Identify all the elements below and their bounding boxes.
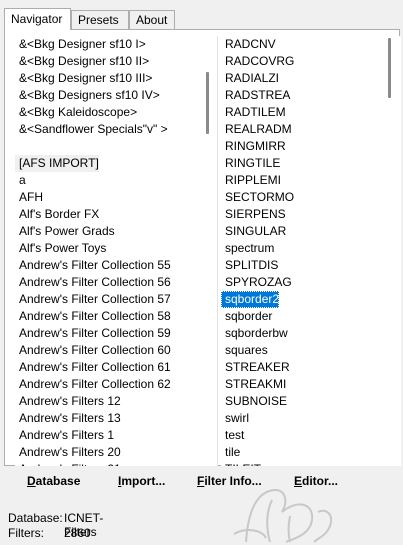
filter-list-item[interactable]: SPLITDIS xyxy=(221,257,278,274)
filter-list-item[interactable]: RIPPLEMI xyxy=(221,172,281,189)
filter-list-scrollbar[interactable] xyxy=(381,36,399,466)
filter-list-item[interactable]: SINGULAR xyxy=(221,223,286,240)
category-list-item[interactable]: Alf's Power Grads xyxy=(15,223,115,240)
filter-list-scroll-thumb[interactable] xyxy=(388,38,391,98)
tab-presets[interactable]: Presets xyxy=(71,10,129,29)
filter-list-item[interactable]: REALRADM xyxy=(221,121,292,138)
category-list-item[interactable]: [AFS IMPORT] xyxy=(15,155,99,172)
filter-list-item[interactable]: STREAKMI xyxy=(221,376,286,393)
filter-list-item[interactable]: RADSTREA xyxy=(221,87,290,104)
category-list-item[interactable]: AFH xyxy=(15,189,43,206)
category-list-scroll-thumb[interactable] xyxy=(206,72,209,134)
category-list-item[interactable]: Andrew's Filter Collection 55 xyxy=(15,257,171,274)
filter-list-item[interactable]: squares xyxy=(221,342,268,359)
filter-list[interactable]: RADCNV RADCOVRG RADIALZI RADSTREA RADTILEM RE… xyxy=(221,36,401,466)
filter-list-item[interactable]: RADIALZI xyxy=(221,70,279,87)
filter-list-item[interactable]: RINGMIRR xyxy=(221,138,286,155)
tab-about[interactable]: About xyxy=(129,10,175,29)
filter-list-item[interactable]: SUBNOISE xyxy=(221,393,287,410)
filters-status-label: Filters: xyxy=(8,526,44,540)
filter-list-item[interactable]: RADCOVRG xyxy=(221,53,294,70)
filter-list-item[interactable]: spectrum xyxy=(221,240,274,257)
category-list-item[interactable]: Andrew's Filter Collection 57 xyxy=(15,291,171,308)
category-list-item[interactable]: a xyxy=(15,172,26,189)
filter-list-item[interactable]: sqborderbw xyxy=(221,325,288,342)
filter-list-item[interactable]: STREAKER xyxy=(221,359,290,376)
category-list-item[interactable]: Andrew's Filters 1 xyxy=(15,427,114,444)
filter-list-item[interactable]: RADCNV xyxy=(221,36,276,53)
filter-list-item[interactable]: sqborder2 xyxy=(221,291,280,308)
category-list-item[interactable]: Andrew's Filter Collection 60 xyxy=(15,342,171,359)
category-list-item[interactable]: &<Sandflower Specials"v" > xyxy=(15,121,168,138)
category-list-item[interactable]: &<Bkg Designer sf10 II> xyxy=(15,53,149,70)
navigator-panel: &<Bkg Designer sf10 I> &<Bkg Designer sf1… xyxy=(4,29,401,466)
database-status-label: Database: xyxy=(8,511,63,525)
category-list-item[interactable]: &<Bkg Kaleidoscope> xyxy=(15,104,137,121)
category-list-item[interactable]: Andrew's Filter Collection 61 xyxy=(15,359,171,376)
category-list[interactable]: &<Bkg Designer sf10 I> &<Bkg Designer sf1… xyxy=(15,36,199,466)
category-list-item[interactable]: Andrew's Filters 12 xyxy=(15,393,121,410)
category-list-item[interactable]: Andrew's Filter Collection 58 xyxy=(15,308,171,325)
filters-status-value: 2860 xyxy=(64,526,91,540)
category-list-scrollbar[interactable] xyxy=(199,36,217,466)
category-list-item[interactable]: &<Bkg Designers sf10 IV> xyxy=(15,87,160,104)
import-button[interactable]: Import... xyxy=(118,474,165,488)
category-list-item[interactable]: &<Bkg Designer sf10 I> xyxy=(15,36,146,53)
category-list-item[interactable]: Andrew's Filters 13 xyxy=(15,410,121,427)
watermark-logo xyxy=(233,488,332,543)
filter-list-item[interactable]: SPYROZAG xyxy=(221,274,292,291)
filter-list-item[interactable]: test xyxy=(221,427,244,444)
category-list-item[interactable]: Alf's Power Toys xyxy=(15,240,106,257)
database-button[interactable]: Database xyxy=(27,474,80,488)
category-list-item[interactable]: Andrew's Filters 20 xyxy=(15,444,121,461)
filter-list-item[interactable]: swirl xyxy=(221,410,249,427)
tab-navigator[interactable]: Navigator xyxy=(4,8,71,30)
filter-list-item[interactable]: RADTILEM xyxy=(221,104,286,121)
category-list-item[interactable]: Andrew's Filter Collection 62 xyxy=(15,376,171,393)
filter-list-item[interactable]: RINGTILE xyxy=(221,155,280,172)
category-list-item xyxy=(15,138,19,155)
category-list-item[interactable]: Alf's Border FX xyxy=(15,206,99,223)
filter-list-item[interactable]: SECTORMO xyxy=(221,189,294,206)
category-list-item[interactable]: &<Bkg Designer sf10 III> xyxy=(15,70,152,87)
category-list-item[interactable]: Andrew's Filter Collection 59 xyxy=(15,325,171,342)
list-divider xyxy=(217,36,218,466)
filter-list-item[interactable]: tile xyxy=(221,444,240,461)
filter-list-item[interactable]: sqborder xyxy=(221,308,272,325)
category-list-item[interactable]: Andrew's Filter Collection 56 xyxy=(15,274,171,291)
filter-list-item[interactable]: SIERPENS xyxy=(221,206,286,223)
